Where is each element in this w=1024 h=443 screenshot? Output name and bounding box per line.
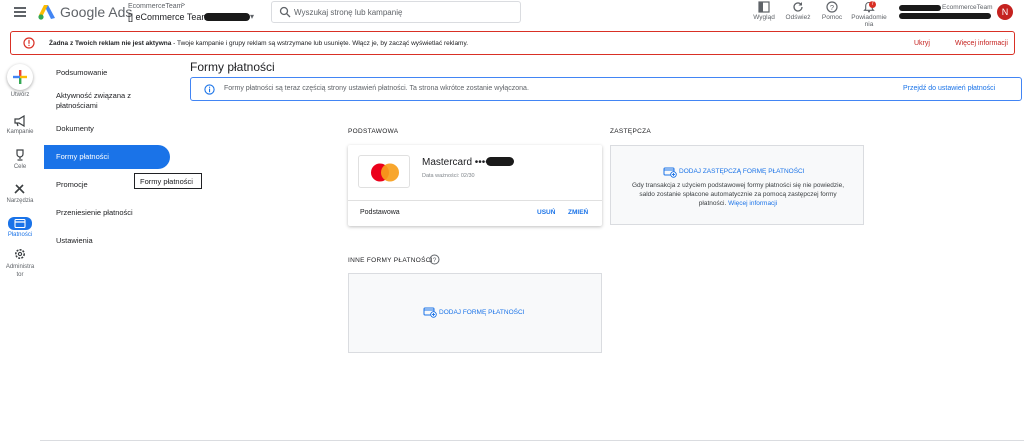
backup-description: Gdy transakcja z użyciem podstawowej for… [631,182,845,207]
other-methods-header: Inne formy płatności [348,257,433,264]
add-backup-payment-button[interactable]: DODAJ ZASTĘPCZĄ FORMĘ PŁATNOŚCI [679,168,805,175]
nav-item-settings[interactable]: Ustawienia [44,229,170,253]
page-title: Formy płatności [190,60,275,74]
notifications-button[interactable]: 7 Powiadomie nia [850,0,888,28]
credit-card-icon [14,218,26,229]
search-input[interactable]: Wyszukaj stronę lub kampanię [271,1,521,23]
top-bar: Google Ads EcommerceTeam > [] eCommerce … [0,0,1024,28]
redacted-user-name [899,5,941,11]
info-icon [204,84,215,95]
refresh-button[interactable]: Odśwież [785,0,811,21]
error-icon [23,37,35,49]
add-payment-method-button[interactable]: DODAJ FORMĘ PŁATNOŚCI [439,309,524,316]
google-ads-logo[interactable] [38,4,56,20]
card-type-label: Podstawowa [360,209,400,216]
search-icon [279,6,291,18]
plus-icon [13,70,27,84]
alert-text: Żadna z Twoich reklam nie jest aktywna -… [49,40,469,47]
search-placeholder: Wyszukaj stronę lub kampanię [294,8,403,17]
account-dropdown-icon[interactable]: ▾ [250,12,254,21]
card-title: Mastercard •••• [422,157,489,168]
nav-item-transactions[interactable]: Aktywność związana z płatnościami [44,89,162,113]
divider [40,440,1024,441]
primary-section-header: Podstawowa [348,128,399,135]
billing-nav-active[interactable] [8,217,32,230]
tooltip: Formy płatności [134,173,202,189]
refresh-icon [793,2,803,12]
card-expiry: Data ważności: 02/30 [422,173,475,179]
svg-text:?: ? [830,3,834,12]
alert-more-info-link[interactable]: Więcej informacji [955,40,1008,47]
megaphone-icon[interactable] [13,115,27,127]
svg-text:?: ? [433,257,437,264]
info-text: Formy płatności są teraz częścią strony … [224,85,529,92]
redacted-account-id [204,13,250,21]
change-card-button[interactable]: ZMIEŃ [568,209,588,216]
redacted-card-number [486,157,514,166]
avatar[interactable]: N [997,4,1013,20]
appearance-button[interactable]: Wygląd [752,0,776,21]
other-payment-panel: DODAJ FORMĘ PŁATNOŚCI [348,273,602,353]
rail-label-goals[interactable]: Cele [0,164,40,170]
alert-banner: Żadna z Twoich reklam nie jest aktywna -… [10,31,1015,55]
breadcrumb-chevron-icon: > [181,2,186,9]
user-account-label: EcommerceTeam [942,4,993,11]
trophy-icon[interactable] [13,149,27,161]
account-parent[interactable]: EcommerceTeam [128,3,182,10]
help-icon: ? [826,1,838,13]
product-name: Google Ads [60,4,133,20]
redacted-user-email [899,13,991,19]
remove-card-button[interactable]: USUŃ [537,209,555,216]
create-button[interactable] [7,64,33,90]
appearance-icon [758,1,770,13]
divider [348,200,602,201]
help-button[interactable]: ? Pomoc [820,0,844,21]
backup-section-header: Zastępcza [610,128,651,135]
add-card-icon[interactable] [663,166,677,178]
notification-badge: 7 [869,1,876,8]
nav-item-summary[interactable]: Podsumowanie [44,61,170,85]
mastercard-logo [358,155,410,188]
go-to-billing-settings-link[interactable]: Przejdź do ustawień płatności [903,85,995,92]
rail-label-campaigns[interactable]: Kampanie [0,129,40,135]
rail-label-billing[interactable]: Płatności [0,232,40,238]
info-banner: Formy płatności są teraz częścią strony … [190,77,1022,101]
menu-icon[interactable] [14,7,26,17]
nav-item-payment-methods[interactable]: Formy płatności [44,145,170,169]
nav-item-payment-transfer[interactable]: Przeniesienie płatności [44,201,170,225]
rail-label-admin[interactable]: Administra tor [0,263,40,279]
account-name[interactable]: [] eCommerce Team [128,12,209,22]
backup-more-info-link[interactable]: Więcej informacji [728,200,777,207]
payment-card: Mastercard •••• Data ważności: 02/30 Pod… [348,145,602,226]
add-card-icon[interactable] [423,306,437,318]
hide-alert-button[interactable]: Ukryj [914,40,930,47]
nav-item-documents[interactable]: Dokumenty [44,117,170,141]
rail-label-tools[interactable]: Narzędzia [0,198,40,204]
help-outline-icon[interactable]: ? [429,254,440,265]
tools-icon[interactable] [13,183,27,195]
rail-label-create: Utwórz [10,92,30,98]
backup-payment-panel: DODAJ ZASTĘPCZĄ FORMĘ PŁATNOŚCI Gdy tran… [610,145,864,225]
admin-gear-icon[interactable] [13,248,27,260]
